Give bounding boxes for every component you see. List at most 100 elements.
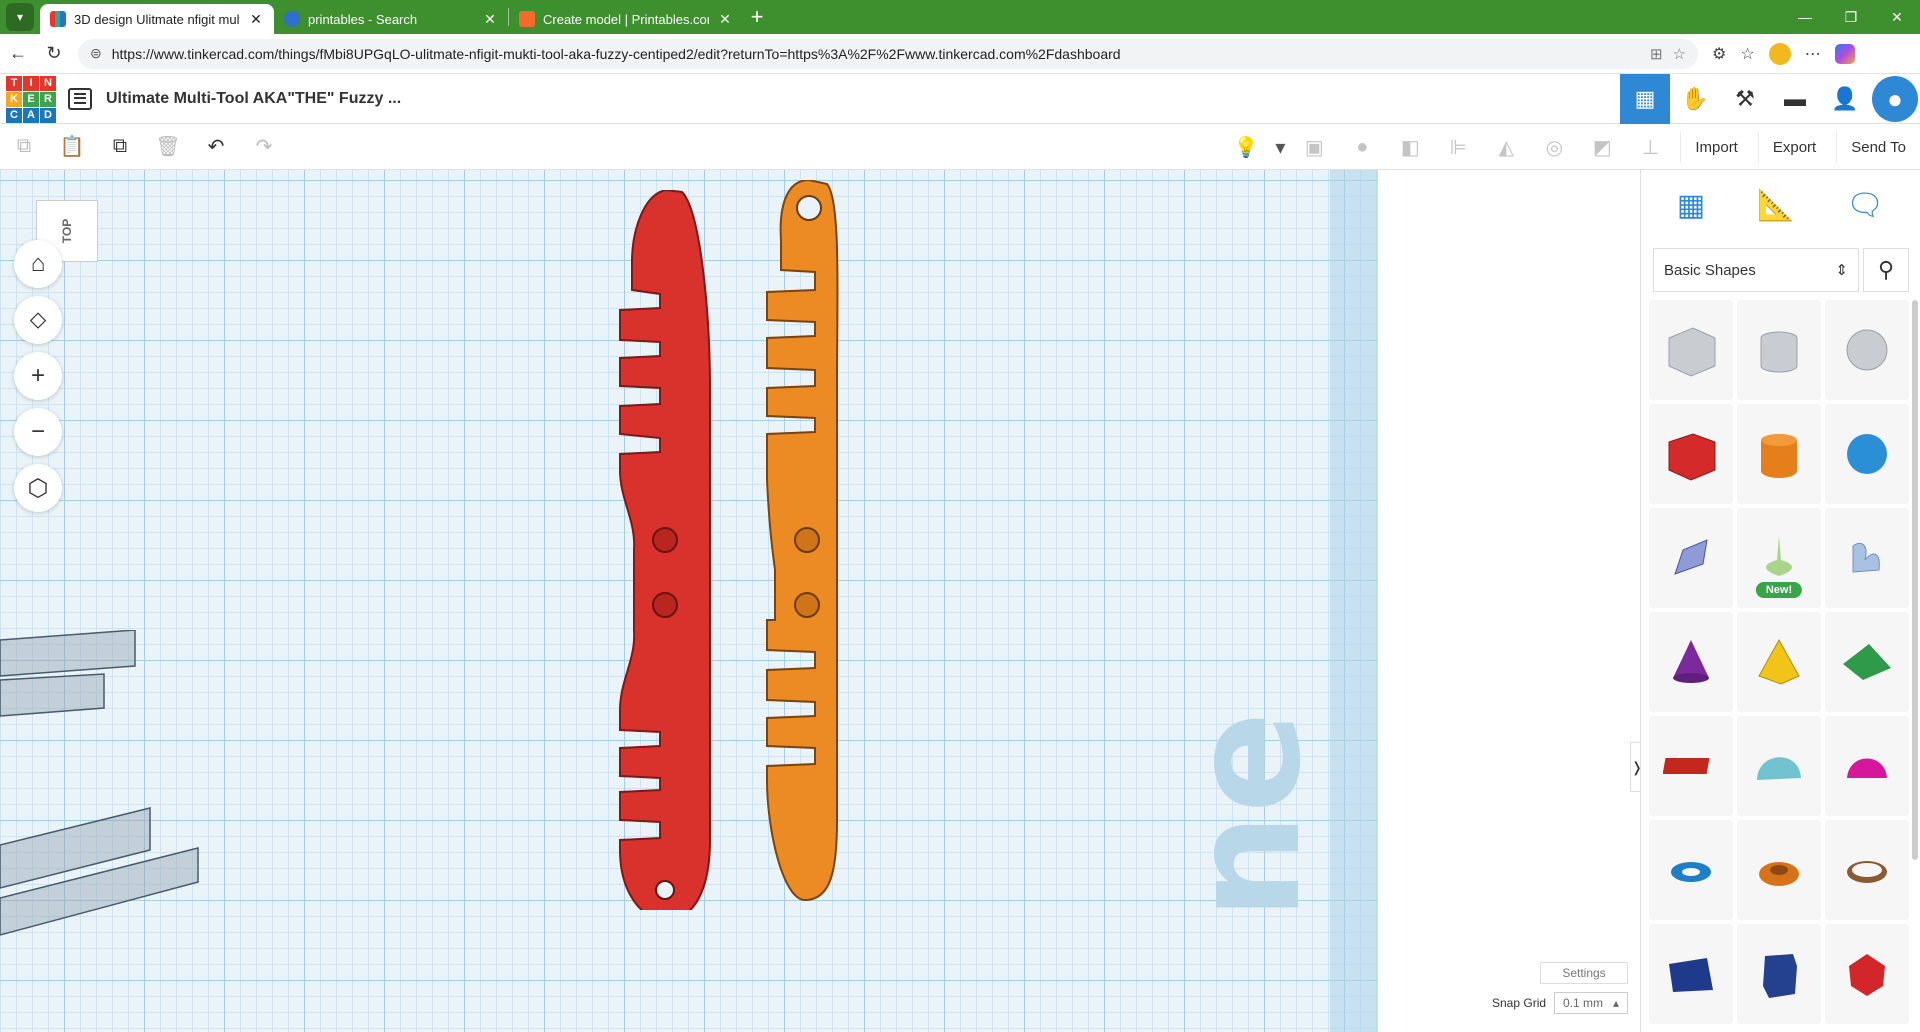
paraboloid-shape[interactable] xyxy=(1825,716,1909,816)
text-shape[interactable] xyxy=(1649,716,1733,816)
panel-collapse-chevron[interactable]: ❭ xyxy=(1630,742,1640,792)
tinkercad-logo[interactable]: T I N K E R C A D xyxy=(6,75,56,123)
fit-view-icon[interactable]: ⬦ xyxy=(14,296,62,344)
logo-letter: A xyxy=(23,107,39,123)
red-centipede-part[interactable] xyxy=(600,190,740,910)
refresh-icon[interactable]: ↻ xyxy=(36,43,72,64)
ring-shape[interactable] xyxy=(1825,820,1909,920)
tab-title: 3D design Ulitmate nfigit multi-t xyxy=(74,11,240,27)
redo-icon[interactable]: ↷ xyxy=(240,134,288,159)
site-info-icon[interactable]: ⊜ xyxy=(90,45,102,62)
bricks-icon[interactable]: ▬ xyxy=(1770,74,1820,124)
cut-icon[interactable]: ◧ xyxy=(1386,135,1434,160)
half-sphere-shape[interactable] xyxy=(1737,716,1821,816)
toolbar-right: 💡 ▾ ▣ ● ◧ ⊫ ◭ ◎ ◩ ⊥ Import Export Send T… xyxy=(1222,124,1920,170)
box-hole-shape[interactable] xyxy=(1649,300,1733,400)
workplane[interactable]: ne TOP ⌂ ⬦ + − ⬡ ❭ Settings Snap Grid 0.… xyxy=(0,170,1640,1032)
ungroup-icon[interactable]: ● xyxy=(1338,136,1386,159)
sphere-shape[interactable] xyxy=(1825,404,1909,504)
more-icon[interactable]: ⋯ xyxy=(1805,44,1821,64)
account-avatar[interactable]: ● xyxy=(1872,76,1918,122)
import-button[interactable]: Import xyxy=(1680,131,1752,163)
light-bulb-icon[interactable]: 💡 xyxy=(1222,135,1270,160)
undo-icon[interactable]: ↶ xyxy=(192,134,240,159)
close-window-icon[interactable]: ✕ xyxy=(1874,0,1920,34)
workplane-tool-icon[interactable]: ▦ xyxy=(1677,188,1705,223)
codeblocks-icon[interactable]: ✋ xyxy=(1670,74,1720,124)
window-controls: — ❐ ✕ xyxy=(1782,0,1920,34)
workplane-text-shape[interactable]: ne xyxy=(1160,711,1334,920)
chevron-down-icon[interactable]: ▾ xyxy=(1270,135,1290,160)
logo-letter: E xyxy=(23,91,39,107)
settings-button[interactable]: Settings xyxy=(1540,962,1628,984)
zoom-in-icon[interactable]: + xyxy=(14,352,62,400)
3d-view-grid-icon[interactable]: ▦ xyxy=(1620,74,1670,124)
tube-shape[interactable] xyxy=(1737,820,1821,920)
polygon-shape[interactable] xyxy=(1737,924,1821,1024)
scribble-shape[interactable] xyxy=(1649,508,1733,608)
snap-grid-value: 0.1 mm xyxy=(1563,996,1604,1010)
design-title[interactable]: Ultimate Multi-Tool AKA"THE" Fuzzy ... xyxy=(106,90,401,108)
shape-library-select[interactable]: Basic Shapes ⇕ xyxy=(1653,248,1859,292)
sim-lab-icon[interactable]: ⚒ xyxy=(1720,74,1770,124)
transparent-hole-shapes[interactable] xyxy=(0,630,220,990)
mirror-icon[interactable]: ◭ xyxy=(1482,135,1530,160)
workplane-icon[interactable]: ◩ xyxy=(1578,135,1626,160)
delete-icon[interactable]: 🗑 xyxy=(144,134,192,159)
cone-shape[interactable] xyxy=(1649,612,1733,712)
design-list-icon[interactable] xyxy=(68,87,92,110)
new-shape[interactable]: New! xyxy=(1737,508,1821,608)
zoom-out-icon[interactable]: − xyxy=(14,408,62,456)
close-tab-icon[interactable]: ✕ xyxy=(717,11,733,28)
wedge-shape[interactable] xyxy=(1649,924,1733,1024)
snap-grid-select[interactable]: 0.1 mm ▴ xyxy=(1554,992,1629,1014)
tab-printables-create[interactable]: Create model | Printables.com ✕ xyxy=(509,4,743,34)
torus-shape[interactable] xyxy=(1649,820,1733,920)
profile-avatar[interactable] xyxy=(1768,42,1791,65)
address-bar-row: ← ↻ ⊜ https://www.tinkercad.com/things/f… xyxy=(0,34,1920,74)
copilot-icon[interactable] xyxy=(1834,43,1855,64)
send-to-button[interactable]: Send To xyxy=(1836,131,1920,163)
url-field[interactable]: ⊜ https://www.tinkercad.com/things/fMbi8… xyxy=(78,38,1698,69)
favorite-star-icon[interactable]: ☆ xyxy=(1673,45,1686,63)
back-icon[interactable]: ← xyxy=(0,43,36,64)
text-scribble-shape[interactable] xyxy=(1825,508,1909,608)
view-cube-label: TOP xyxy=(59,218,74,244)
copy-icon[interactable]: ⧉ xyxy=(0,135,48,158)
tab-list-button[interactable]: ▾ xyxy=(6,3,34,31)
export-button[interactable]: Export xyxy=(1757,131,1830,163)
roof-shape[interactable] xyxy=(1825,612,1909,712)
cylinder-hole-shape[interactable] xyxy=(1737,300,1821,400)
ruler-icon[interactable]: ⊥ xyxy=(1626,135,1674,160)
panel-tool-icons: ▦ 📐 🗨 xyxy=(1641,170,1920,240)
sphere-hole-shape[interactable] xyxy=(1825,300,1909,400)
search-icon[interactable]: ⚲ xyxy=(1863,248,1909,292)
icosahedron-shape[interactable] xyxy=(1825,924,1909,1024)
favorites-icon[interactable]: ☆ xyxy=(1740,44,1754,64)
group-icon[interactable]: ▣ xyxy=(1290,135,1338,160)
home-view-icon[interactable]: ⌂ xyxy=(14,240,62,288)
pyramid-shape[interactable] xyxy=(1737,612,1821,712)
chevron-updown-icon: ⇕ xyxy=(1835,262,1848,279)
tab-printables-search[interactable]: printables - Search ✕ xyxy=(274,4,508,34)
box-shape[interactable] xyxy=(1649,404,1733,504)
close-tab-icon[interactable]: ✕ xyxy=(248,11,264,28)
app-available-icon[interactable]: ⊞ xyxy=(1650,45,1663,63)
orange-centipede-part[interactable] xyxy=(745,180,875,920)
ruler-tool-icon[interactable]: 📐 xyxy=(1757,188,1794,223)
cruise-icon[interactable]: ◎ xyxy=(1530,135,1578,160)
paste-icon[interactable]: 📋 xyxy=(48,134,96,159)
restore-icon[interactable]: ❐ xyxy=(1828,0,1874,34)
invite-user-icon[interactable]: 👤 xyxy=(1820,74,1870,124)
perspective-icon[interactable]: ⬡ xyxy=(14,464,62,512)
panel-scrollbar[interactable] xyxy=(1912,300,1918,860)
notes-tool-icon[interactable]: 🗨 xyxy=(1846,188,1884,223)
minimize-icon[interactable]: — xyxy=(1782,0,1828,34)
new-tab-button[interactable]: + xyxy=(743,4,771,30)
align-icon[interactable]: ⊫ xyxy=(1434,135,1482,160)
close-tab-icon[interactable]: ✕ xyxy=(482,11,498,28)
extensions-icon[interactable]: ⚙ xyxy=(1712,44,1726,64)
cylinder-shape[interactable] xyxy=(1737,404,1821,504)
tab-tinkercad[interactable]: 3D design Ulitmate nfigit multi-t ✕ xyxy=(40,4,274,34)
duplicate-icon[interactable]: ⧉ xyxy=(96,135,144,158)
